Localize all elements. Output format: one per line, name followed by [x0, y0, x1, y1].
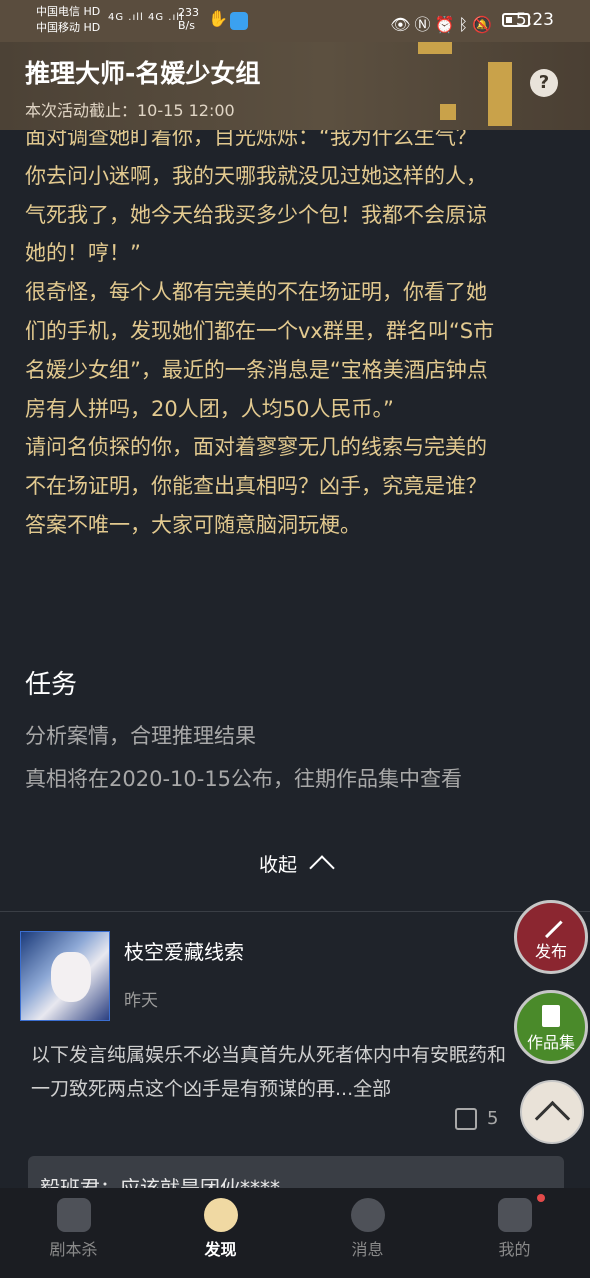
page-header: 推理大师-名媛少女组 本次活动截止：10-15 12:00 ?	[0, 42, 590, 130]
script-book-icon	[56, 1198, 91, 1232]
carrier-1: 中国电信 HD	[36, 5, 101, 18]
alarm-icon: ⏰	[434, 15, 459, 34]
story-line: 请问名侦探的你，面对着寥寥无几的线索与完美的	[25, 435, 487, 460]
gesture-icon: ✋	[208, 9, 228, 28]
header-decoration	[418, 42, 452, 54]
page-title: 推理大师-名媛少女组	[25, 59, 261, 88]
net-speed: 233 B/s	[178, 6, 199, 32]
story-line: 答案不唯一，大家可随意脑洞玩梗。	[25, 512, 361, 537]
help-icon[interactable]: ?	[530, 69, 558, 97]
tab-label: 剧本杀	[49, 1240, 98, 1259]
chevron-up-icon	[309, 855, 335, 881]
nfc-icon: Ⓝ	[414, 15, 435, 34]
case-story: 面对调查她盯着你，目光烁烁：“我为什么生气？ 你去问小迷啊，我的天哪我就没见过她…	[25, 130, 570, 545]
post-text: 以下发言纯属娱乐不必当真首先从死者体内中有安眠药和一刀致死两点这个凶手是有预谋的…	[31, 1044, 507, 1100]
activity-deadline: 本次活动截止：10-15 12:00	[25, 101, 235, 120]
avatar[interactable]	[20, 931, 110, 1021]
clock: 5:23	[515, 10, 554, 30]
scroll-to-top-button[interactable]	[520, 1080, 584, 1144]
divider	[0, 911, 590, 912]
expand-link[interactable]: 全部	[353, 1078, 391, 1100]
story-line: 名媛少女组”，最近的一条消息是“宝格美酒店钟点	[25, 357, 488, 382]
story-line: 们的手机，发现她们都在一个vx群里，群名叫“S市	[25, 318, 495, 343]
bottom-tab-bar: 剧本杀 发现 消息 我的	[0, 1188, 590, 1278]
document-icon	[542, 1005, 560, 1027]
tab-messages[interactable]: 消息	[294, 1188, 441, 1278]
tab-label: 发现	[204, 1240, 237, 1259]
net-speed-value: 233	[178, 6, 199, 19]
comment-preview[interactable]: 毅班君：应该就是团伙****	[28, 1156, 564, 1188]
story-line: 她的！哼！”	[25, 241, 141, 266]
carrier-info: 中国电信 HD 中国移动 HD	[36, 4, 100, 36]
tab-label: 我的	[498, 1240, 531, 1259]
story-line: 你去问小迷啊，我的天哪我就没见过她这样的人，	[25, 163, 487, 188]
header-decoration	[440, 104, 456, 120]
collapse-button[interactable]: 收起	[0, 850, 590, 881]
net-speed-unit: B/s	[178, 19, 195, 32]
chevron-up-icon	[534, 1100, 570, 1137]
notification-badge	[537, 1194, 545, 1202]
post-body[interactable]: 以下发言纯属娱乐不必当真首先从死者体内中有安眠药和一刀致死两点这个凶手是有预谋的…	[31, 1038, 511, 1106]
header-decoration	[488, 62, 512, 126]
bluetooth-icon: ᛒ	[458, 15, 473, 34]
pen-icon	[539, 914, 563, 939]
tab-discover[interactable]: 发现	[147, 1188, 294, 1278]
post-username[interactable]: 枝空爱藏线索	[124, 936, 244, 965]
thumbs-up-icon	[455, 1108, 477, 1130]
eye-icon: 👁	[390, 15, 415, 34]
carrier-2: 中国移动 HD	[36, 21, 101, 34]
chat-bubble-icon	[350, 1198, 385, 1232]
tab-label: 消息	[351, 1240, 384, 1259]
publish-label: 发布	[534, 942, 567, 961]
post-time: 昨天	[124, 991, 158, 1011]
collapse-label: 收起	[258, 854, 297, 876]
cat-face-icon	[497, 1198, 532, 1232]
app-notification-icon	[230, 12, 248, 30]
mute-icon: 🔕	[472, 15, 496, 34]
tab-script[interactable]: 剧本杀	[0, 1188, 147, 1278]
signal-icon: 4G .ıll 4G .ıll	[108, 12, 184, 23]
tab-me[interactable]: 我的	[441, 1188, 588, 1278]
task-reveal-info: 真相将在2020-10-15公布，往期作品集中查看	[25, 767, 463, 791]
publish-button[interactable]: 发布	[514, 900, 588, 974]
task-description: 分析案情，合理推理结果	[25, 724, 256, 748]
works-label: 作品集	[526, 1033, 575, 1052]
story-line: 很奇怪，每个人都有完美的不在场证明，你看了她	[25, 280, 487, 305]
story-line: 气死我了，她今天给我买多少个包！我都不会原谅	[25, 202, 487, 227]
like-count: 5	[487, 1108, 499, 1129]
story-line: 不在场证明，你能查出真相吗？凶手，究竟是谁？	[25, 474, 487, 499]
story-line: 房有人拼吗，20人团，人均50人民币。”	[25, 396, 394, 421]
task-heading: 任务	[25, 670, 78, 700]
comment-text: 毅班君：应该就是团伙****	[40, 1176, 280, 1188]
avatar-face	[51, 952, 91, 1002]
planet-icon	[203, 1198, 238, 1232]
main-content[interactable]: 面对调查她盯着你，目光烁烁：“我为什么生气？ 你去问小迷啊，我的天哪我就没见过她…	[0, 130, 590, 1188]
system-icons: 👁Ⓝ⏰ᛒ🔕	[390, 11, 496, 35]
works-collection-button[interactable]: 作品集	[514, 990, 588, 1064]
status-bar: 中国电信 HD 中国移动 HD 4G .ıll 4G .ıll 233 B/s …	[0, 0, 590, 42]
story-line: 面对调查她盯着你，目光烁烁：“我为什么生气？	[25, 130, 477, 149]
like-button[interactable]: 5	[455, 1108, 498, 1130]
